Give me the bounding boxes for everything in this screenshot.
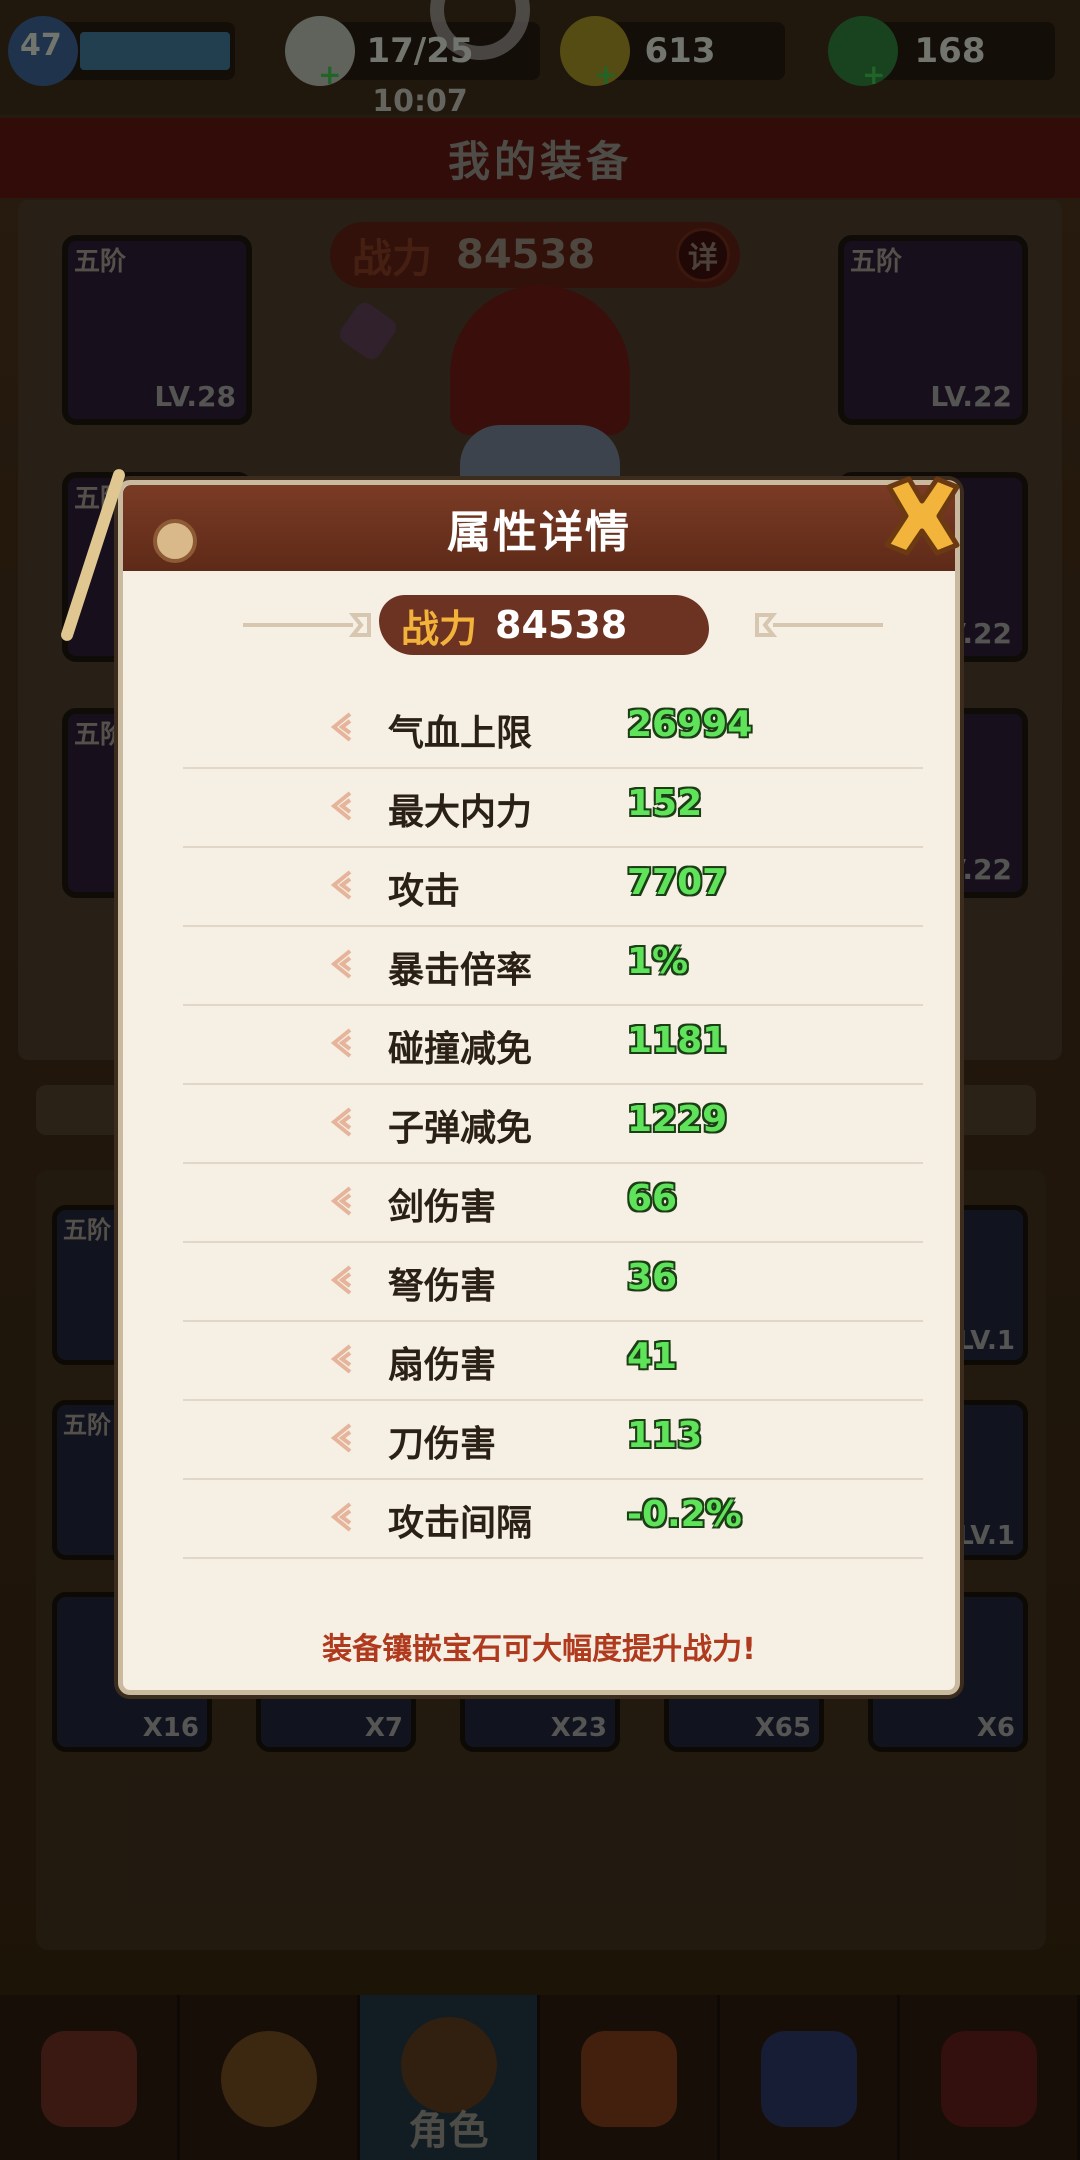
stat-value: 113	[627, 1415, 703, 1456]
attribute-detail-dialog: 属性详情 战力 84538 气血上限 26994 最大内力 152 攻击 770…	[59, 467, 960, 1695]
dialog-header: 属性详情	[123, 485, 955, 571]
left-ornament-icon	[243, 613, 371, 637]
stat-bullet-icon	[330, 1344, 352, 1374]
stat-bullet-icon	[330, 791, 352, 821]
stat-name: 弩伤害	[388, 1266, 497, 1307]
stat-row: 子弹减免 1229	[183, 1085, 923, 1164]
dialog-tip: 装备镶嵌宝石可大幅度提升战力!	[322, 1632, 756, 1667]
stat-name: 攻击	[388, 871, 461, 912]
stat-name: 暴击倍率	[388, 950, 533, 991]
close-icon[interactable]	[879, 473, 965, 559]
stat-row: 刀伤害 113	[183, 1401, 923, 1480]
stat-name: 剑伤害	[388, 1187, 497, 1228]
stat-list[interactable]: 气血上限 26994 最大内力 152 攻击 7707 暴击倍率 1% 碰撞减免…	[123, 690, 955, 1580]
stat-row: 碰撞减免 1181	[183, 1006, 923, 1085]
stat-row: 攻击 7707	[183, 848, 923, 927]
stat-bullet-icon	[330, 1265, 352, 1295]
stat-row: 最大内力 152	[183, 769, 923, 848]
stat-bullet-icon	[330, 870, 352, 900]
dialog-power-label: 战力	[401, 606, 478, 651]
stat-name: 扇伤害	[388, 1345, 497, 1386]
stat-bullet-icon	[330, 712, 352, 742]
stat-value: 1181	[627, 1020, 728, 1061]
stat-row: 气血上限 26994	[183, 690, 923, 769]
stat-bullet-icon	[330, 949, 352, 979]
stat-value: 41	[627, 1336, 678, 1377]
stat-name: 最大内力	[388, 792, 533, 833]
stat-name: 碰撞减免	[388, 1029, 533, 1070]
stat-value: 36	[627, 1257, 678, 1298]
stat-value: 7707	[627, 862, 728, 903]
stat-bullet-icon	[330, 1028, 352, 1058]
dialog-power-value: 84538	[495, 603, 628, 647]
stat-bullet-icon	[330, 1107, 352, 1137]
stat-row: 剑伤害 66	[183, 1164, 923, 1243]
stat-row: 暴击倍率 1%	[183, 927, 923, 1006]
stat-row: 攻击间隔 -0.2%	[183, 1480, 923, 1559]
stat-name: 气血上限	[388, 713, 533, 754]
dialog-power: 战力 84538	[123, 585, 955, 665]
stat-value: -0.2%	[627, 1494, 742, 1535]
stat-value: 152	[627, 783, 703, 824]
stat-bullet-icon	[330, 1186, 352, 1216]
stat-value: 66	[627, 1178, 678, 1219]
stat-bullet-icon	[330, 1502, 352, 1532]
stat-name: 刀伤害	[388, 1424, 497, 1465]
stat-name: 攻击间隔	[388, 1503, 533, 1544]
stat-row: 弩伤害 36	[183, 1243, 923, 1322]
dialog-title: 属性详情	[447, 507, 631, 558]
ring-icon	[153, 519, 197, 563]
stat-value: 1229	[627, 1099, 728, 1140]
power-badge: 战力 84538	[379, 595, 709, 655]
stat-value: 26994	[627, 704, 753, 745]
stat-value: 1%	[627, 941, 689, 982]
right-ornament-icon	[755, 613, 883, 637]
stat-row: 扇伤害 41	[183, 1322, 923, 1401]
stat-bullet-icon	[330, 1423, 352, 1453]
stat-name: 子弹减免	[388, 1108, 533, 1149]
